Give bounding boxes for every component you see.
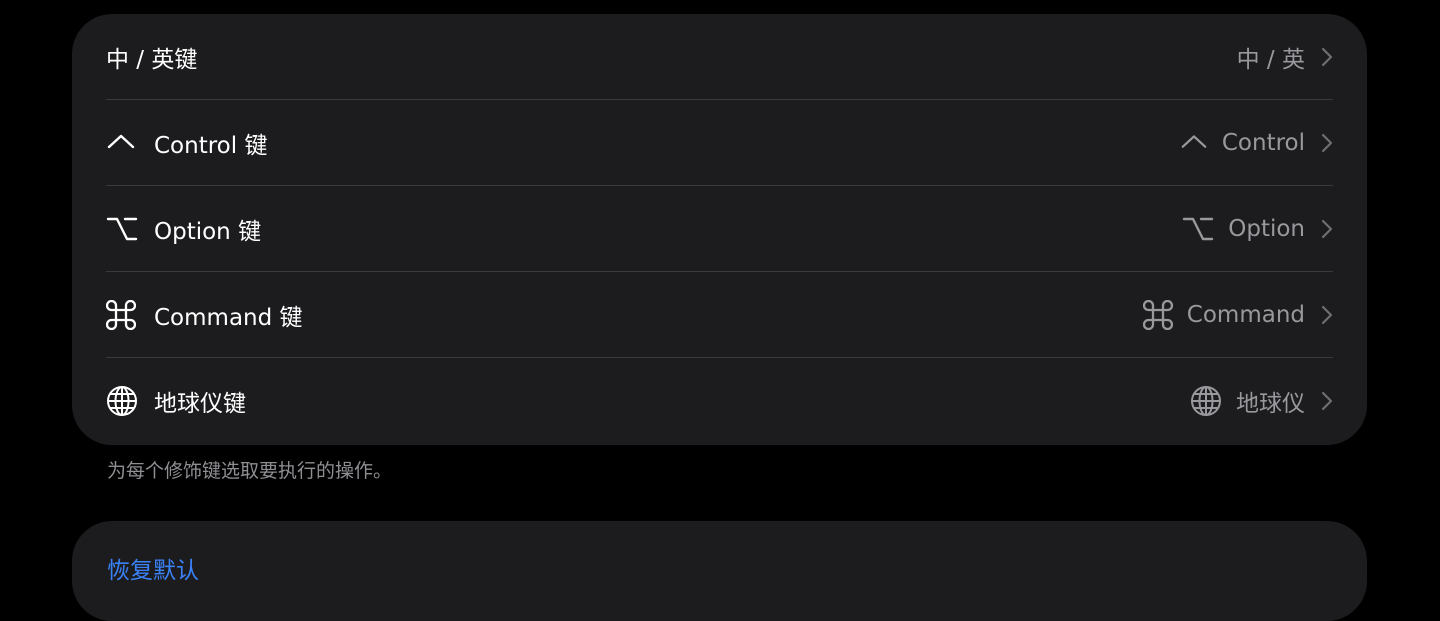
row-value-label: Control — [1221, 130, 1305, 156]
chevron-right-icon — [1321, 305, 1333, 325]
row-title: Command 键 — [154, 305, 303, 331]
row-zh-en-key[interactable]: 中 / 英键 中 / 英 — [106, 14, 1333, 100]
group-footnote: 为每个修饰键选取要执行的操作。 — [107, 460, 393, 482]
row-control-key[interactable]: Control 键 Control — [106, 100, 1333, 186]
chevron-right-icon — [1321, 219, 1333, 239]
reset-group: 恢复默认 — [72, 521, 1367, 621]
row-value: 中 / 英 — [1237, 40, 1333, 74]
chevron-right-icon — [1321, 391, 1333, 411]
row-value: Command — [1142, 300, 1333, 330]
restore-defaults-button[interactable]: 恢复默认 — [107, 551, 199, 585]
row-value-label: 中 / 英 — [1236, 47, 1305, 73]
chevron-right-icon — [1321, 47, 1333, 67]
chevron-right-icon — [1321, 133, 1333, 153]
row-globe-key[interactable]: 地球仪键 地球仪 — [106, 358, 1333, 444]
row-value: Option — [1182, 215, 1333, 243]
row-value: Control — [1180, 130, 1333, 156]
control-caret-icon — [1180, 133, 1208, 153]
control-caret-icon — [106, 125, 154, 161]
row-title: Option 键 — [154, 219, 262, 245]
option-key-icon — [1182, 215, 1214, 243]
row-value: 地球仪 — [1190, 384, 1333, 418]
command-key-icon — [1142, 300, 1173, 330]
row-value-label: Option — [1228, 216, 1305, 242]
row-title: 地球仪键 — [154, 391, 246, 417]
row-option-key[interactable]: Option 键 Option — [106, 186, 1333, 272]
globe-icon — [1190, 385, 1222, 417]
modifier-keys-group: 中 / 英键 中 / 英 Control 键 Control Option 键 — [72, 14, 1367, 445]
command-key-icon — [106, 297, 154, 333]
option-key-icon — [106, 211, 154, 247]
row-title: 中 / 英键 — [106, 47, 198, 73]
row-title: Control 键 — [154, 133, 268, 159]
globe-icon — [106, 383, 154, 419]
row-command-key[interactable]: Command 键 Command — [106, 272, 1333, 358]
row-value-label: 地球仪 — [1236, 391, 1305, 417]
row-value-label: Command — [1186, 302, 1305, 328]
